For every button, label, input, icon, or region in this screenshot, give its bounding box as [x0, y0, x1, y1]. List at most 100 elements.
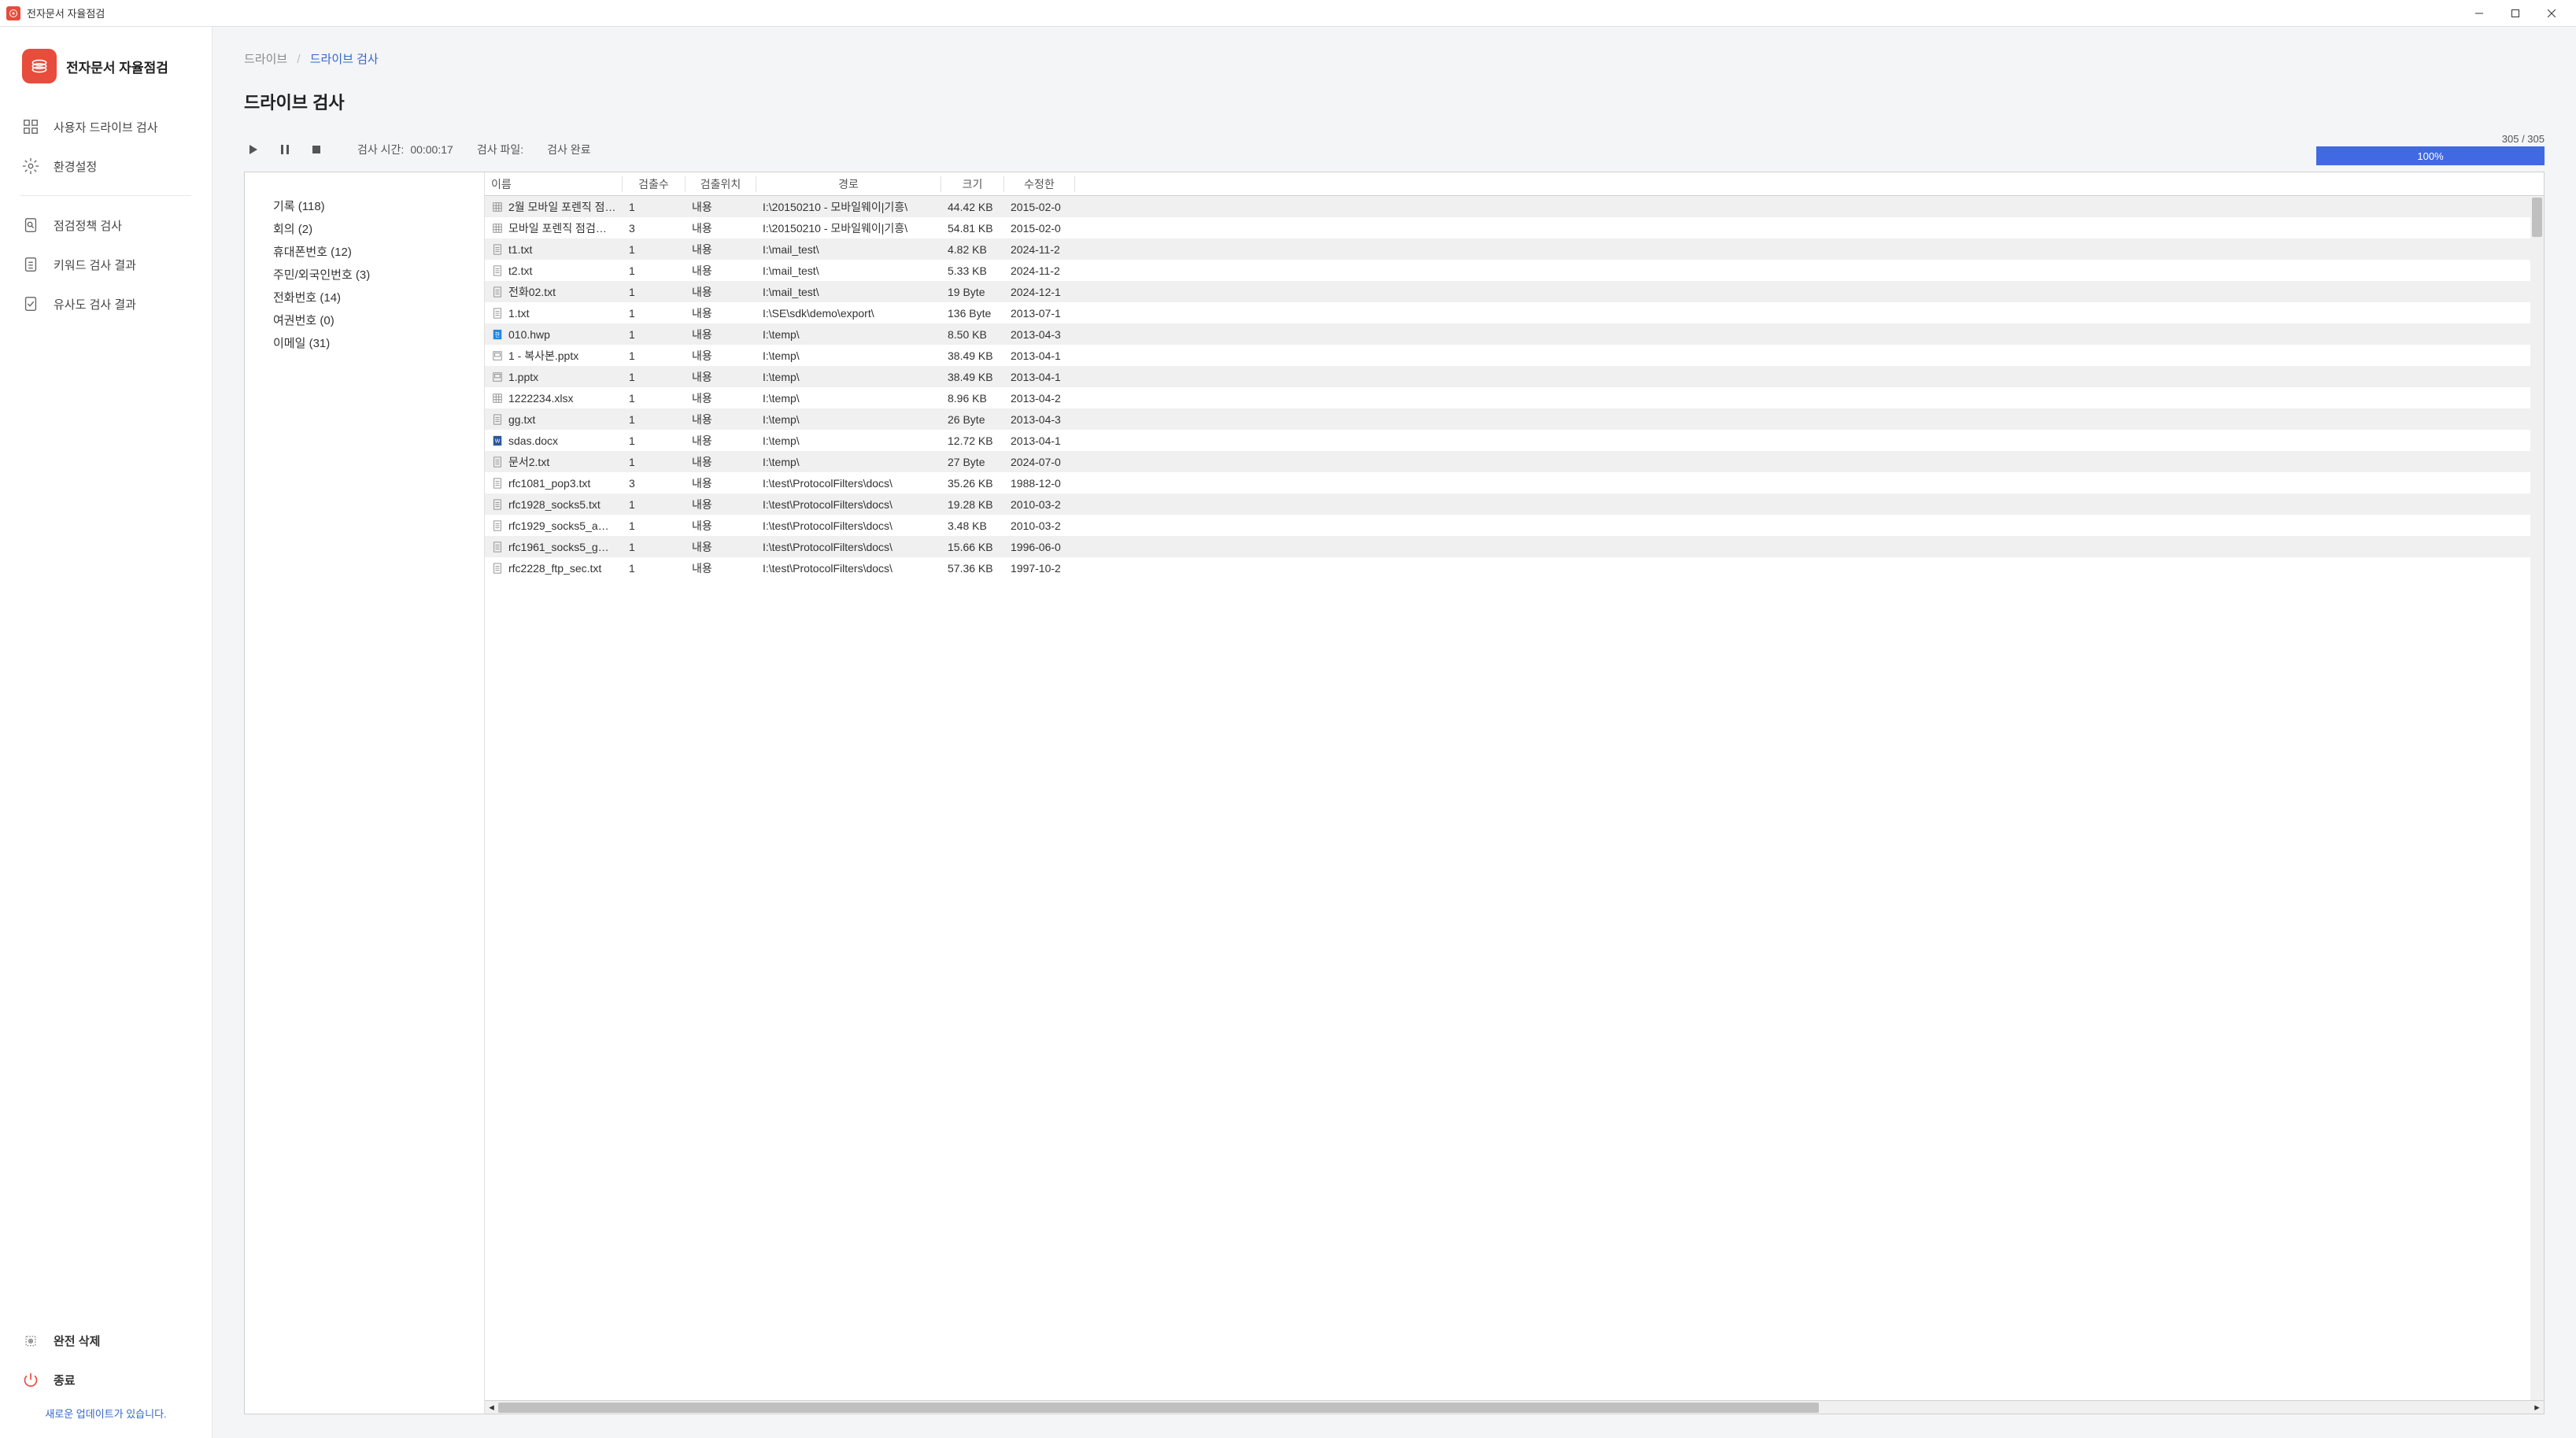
table-row[interactable]: rfc1929_socks5_a…1내용I:\test\ProtocolFilt…	[485, 515, 2544, 536]
cell-path: I:\mail_test\	[756, 243, 941, 256]
cell-location: 내용	[686, 454, 756, 470]
maximize-button[interactable]	[2497, 1, 2533, 26]
cell-path: I:\20150210 - 모바일웨이|기흥\	[756, 220, 941, 236]
cell-date: 2015-02-0	[1004, 201, 1075, 213]
close-button[interactable]	[2533, 1, 2570, 26]
category-item[interactable]: 전화번호 (14)	[273, 286, 478, 309]
cell-date: 2013-04-1	[1004, 349, 1075, 362]
progress-container: 305 / 305 100%	[2316, 133, 2545, 165]
sidebar-item-policy-scan[interactable]: 점검정책 검사	[0, 205, 212, 245]
table-row[interactable]: rfc2228_ftp_sec.txt1내용I:\test\ProtocolFi…	[485, 557, 2544, 579]
table-row[interactable]: 모바일 포렌직 점검…3내용I:\20150210 - 모바일웨이|기흥\54.…	[485, 217, 2544, 238]
progress-bar: 100%	[2316, 146, 2545, 165]
table-row[interactable]: 1.pptx1내용I:\temp\38.49 KB2013-04-1	[485, 366, 2544, 387]
sidebar-header: 전자문서 자율점검	[0, 41, 212, 102]
column-count[interactable]: 검출수	[623, 176, 686, 192]
cell-location: 내용	[686, 327, 756, 342]
cell-location: 내용	[686, 242, 756, 257]
sidebar-item-label: 사용자 드라이브 검사	[54, 119, 158, 135]
column-location[interactable]: 검출위치	[686, 176, 756, 192]
table-row[interactable]: rfc1928_socks5.txt1내용I:\test\ProtocolFil…	[485, 494, 2544, 515]
cell-name: t2.txt	[485, 264, 623, 277]
table-row[interactable]: 한010.hwp1내용I:\temp\8.50 KB2013-04-3	[485, 323, 2544, 345]
table-row[interactable]: gg.txt1내용I:\temp\26 Byte2013-04-3	[485, 408, 2544, 430]
stop-button[interactable]	[307, 140, 326, 159]
cell-path: I:\temp\	[756, 371, 941, 383]
cell-size: 3.48 KB	[941, 519, 1004, 532]
table-row[interactable]: 1.txt1내용I:\SE\sdk\demo\export\136 Byte20…	[485, 302, 2544, 323]
column-name[interactable]: 이름	[485, 176, 623, 192]
scan-time-value: 00:00:17	[410, 143, 453, 156]
category-item[interactable]: 휴대폰번호 (12)	[273, 240, 478, 263]
sidebar-item-similarity-results[interactable]: 유사도 검사 결과	[0, 284, 212, 323]
table-row[interactable]: rfc1081_pop3.txt3내용I:\test\ProtocolFilte…	[485, 472, 2544, 494]
table-row[interactable]: 1 - 복사본.pptx1내용I:\temp\38.49 KB2013-04-1	[485, 345, 2544, 366]
category-item[interactable]: 여권번호 (0)	[273, 309, 478, 331]
minimize-button[interactable]	[2461, 1, 2497, 26]
cell-path: I:\test\ProtocolFilters\docs\	[756, 562, 941, 575]
cell-name: rfc2228_ftp_sec.txt	[485, 562, 623, 575]
cell-path: I:\test\ProtocolFilters\docs\	[756, 519, 941, 532]
table-row[interactable]: rfc1961_socks5_g…1내용I:\test\ProtocolFilt…	[485, 536, 2544, 557]
cell-size: 38.49 KB	[941, 349, 1004, 362]
category-item[interactable]: 기록 (118)	[273, 194, 478, 217]
cell-count: 1	[623, 264, 686, 277]
scan-time-label: 검사 시간:	[357, 142, 404, 157]
file-icon	[491, 519, 504, 532]
window-titlebar: 전자문서 자율점검	[0, 0, 2576, 27]
cell-path: I:\temp\	[756, 456, 941, 468]
table-row[interactable]: t1.txt1내용I:\mail_test\4.82 KB2024-11-2	[485, 238, 2544, 260]
table-row[interactable]: Wsdas.docx1내용I:\temp\12.72 KB2013-04-1	[485, 430, 2544, 451]
play-button[interactable]	[244, 140, 263, 159]
cell-name: 1.txt	[485, 307, 623, 320]
cell-count: 1	[623, 498, 686, 511]
window-title: 전자문서 자율점검	[27, 6, 105, 20]
cell-path: I:\SE\sdk\demo\export\	[756, 307, 941, 320]
app-title: 전자문서 자율점검	[66, 57, 168, 76]
table-row[interactable]: 2월 모바일 포렌직 점…1내용I:\20150210 - 모바일웨이|기흥\4…	[485, 196, 2544, 217]
cell-location: 내용	[686, 475, 756, 491]
cell-location: 내용	[686, 220, 756, 236]
breadcrumb-root[interactable]: 드라이브	[244, 53, 287, 66]
cell-size: 12.72 KB	[941, 434, 1004, 447]
cell-location: 내용	[686, 348, 756, 364]
cell-date: 2010-03-2	[1004, 498, 1075, 511]
cell-date: 2013-04-1	[1004, 371, 1075, 383]
table-row[interactable]: 문서2.txt1내용I:\temp\27 Byte2024-07-0	[485, 451, 2544, 472]
pause-button[interactable]	[275, 140, 294, 159]
column-modified[interactable]: 수정한	[1004, 176, 1075, 192]
cell-location: 내용	[686, 305, 756, 321]
column-path[interactable]: 경로	[756, 176, 941, 192]
file-icon	[491, 541, 504, 553]
horizontal-scrollbar[interactable]: ◂ ▸	[485, 1400, 2544, 1414]
sidebar-item-exit[interactable]: 종료	[0, 1360, 212, 1399]
cell-size: 44.42 KB	[941, 201, 1004, 213]
scroll-left-arrow[interactable]: ◂	[485, 1401, 498, 1414]
table-row[interactable]: 1222234.xlsx1내용I:\temp\8.96 KB2013-04-2	[485, 387, 2544, 408]
scroll-right-arrow[interactable]: ▸	[2530, 1401, 2544, 1414]
table-row[interactable]: t2.txt1내용I:\mail_test\5.33 KB2024-11-2	[485, 260, 2544, 281]
cell-count: 3	[623, 477, 686, 490]
cell-location: 내용	[686, 412, 756, 427]
update-notice-link[interactable]: 새로운 업데이트가 있습니다.	[0, 1399, 212, 1424]
category-item[interactable]: 주민/외국인번호 (3)	[273, 263, 478, 286]
vertical-scrollbar[interactable]	[2530, 196, 2544, 1400]
sidebar-item-label: 점검정책 검사	[54, 217, 122, 234]
column-size[interactable]: 크기	[941, 176, 1004, 192]
cell-size: 27 Byte	[941, 456, 1004, 468]
cell-path: I:\20150210 - 모바일웨이|기흥\	[756, 199, 941, 215]
sidebar-item-settings[interactable]: 환경설정	[0, 146, 212, 186]
table-row[interactable]: 전화02.txt1내용I:\mail_test\19 Byte2024-12-1	[485, 281, 2544, 302]
cell-path: I:\mail_test\	[756, 264, 941, 277]
sidebar-item-label: 환경설정	[54, 158, 97, 175]
sidebar-item-keyword-results[interactable]: 키워드 검사 결과	[0, 245, 212, 284]
sidebar-item-drive-scan[interactable]: 사용자 드라이브 검사	[0, 107, 212, 146]
cell-count: 1	[623, 201, 686, 213]
file-icon	[491, 222, 504, 235]
delete-all-label: 완전 삭제	[54, 1333, 100, 1349]
cell-path: I:\mail_test\	[756, 286, 941, 298]
table-body[interactable]: 2월 모바일 포렌직 점…1내용I:\20150210 - 모바일웨이|기흥\4…	[485, 196, 2544, 1400]
category-item[interactable]: 이메일 (31)	[273, 331, 478, 354]
category-item[interactable]: 회의 (2)	[273, 217, 478, 240]
sidebar-item-delete-all[interactable]: 완전 삭제	[0, 1321, 212, 1360]
